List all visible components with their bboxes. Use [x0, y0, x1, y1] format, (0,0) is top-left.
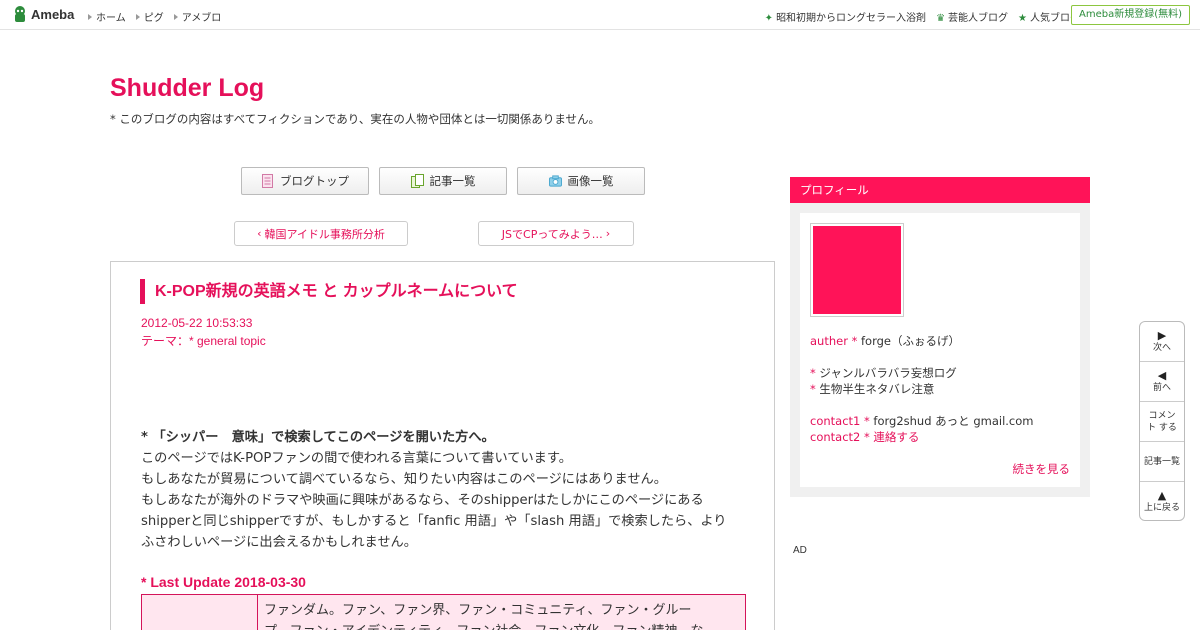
term-definition-cell: ファンダム。ファン、ファン界、ファン・コミュニティ、ファン・グルー プ、ファン・…: [258, 595, 745, 630]
promo-link-label: 昭和初期からロングセラー入浴剤: [776, 13, 927, 24]
term-cell: [142, 595, 258, 630]
last-update: * Last Update 2018-03-30: [141, 574, 306, 590]
profile-contact2: contact2 * 連絡する: [810, 429, 1033, 445]
article-list-button[interactable]: 記事一覧: [379, 167, 507, 195]
nav-pigg-label: ピグ: [143, 13, 164, 24]
profile-author: auther * forge（ふぉるげ）: [810, 333, 1033, 349]
triangle-right-icon: [88, 14, 92, 20]
profile-line: * ジャンルバラバラ妄想ログ: [810, 365, 1033, 381]
bullet-mark: *: [810, 382, 820, 396]
profile-author-key: auther *: [810, 334, 861, 348]
play-left-icon: ◀: [1157, 368, 1167, 382]
profile-author-value: forge（ふぉるげ）: [861, 334, 960, 348]
ameba-logo[interactable]: Ameba: [12, 5, 74, 23]
triangle-right-icon: [135, 14, 140, 20]
contact2-key: contact2 *: [810, 430, 874, 444]
celebrity-blog-label: 芸能人ブログ: [948, 13, 1009, 24]
profile-line-text: ジャンルバラバラ妄想ログ: [819, 366, 957, 380]
article-theme[interactable]: テーマ：* general topic: [141, 332, 266, 349]
image-list-button[interactable]: 画像一覧: [517, 167, 645, 195]
nav-home-label: ホーム: [96, 13, 126, 24]
article-line: このページではK-POPファンの間で使われる言葉について書いています。: [141, 451, 572, 466]
sparkle-icon: ✦: [764, 13, 774, 24]
profile-more-link[interactable]: 続きを見る: [1013, 461, 1071, 477]
celebrity-blog-link[interactable]: ♛ 芸能人ブログ: [936, 9, 1008, 24]
article-line: もしあなたが貿易について調べているなら、知りたい内容はこのページにはありません。: [141, 472, 667, 487]
article-entry: K-POP新規の英語メモ と カップルネームについて 2012-05-22 10…: [110, 261, 775, 630]
article-body: * 「シッパー 意味」で検索してこのページを開いた方へ。 このページではK-PO…: [141, 427, 751, 553]
logo-text: Ameba: [31, 6, 75, 22]
article-title[interactable]: K-POP新規の英語メモ と カップルネームについて: [140, 279, 518, 304]
chevron-right-icon: ›: [605, 227, 611, 240]
star-icon: ★: [1018, 13, 1027, 24]
prev-article-label: 韓国アイドル事務所分析: [264, 227, 385, 241]
profile-line: * 生物半生ネタバレ注意: [810, 381, 1033, 397]
arrow-up-icon: ▲: [1157, 489, 1167, 502]
article-lead: * 「シッパー 意味」で検索してこのページを開いた方へ。: [141, 430, 495, 445]
article-line: ふさわしいページに出会えるかもしれません。: [141, 535, 417, 550]
prev-article-link[interactable]: ‹ 韓国アイドル事務所分析: [234, 221, 408, 246]
triangle-right-icon: [173, 14, 178, 20]
profile-header: プロフィール: [790, 177, 1090, 203]
camera-icon: [548, 175, 562, 187]
contact-link[interactable]: 連絡する: [873, 430, 919, 444]
term-table: ファンダム。ファン、ファン界、ファン・コミュニティ、ファン・グルー プ、ファン・…: [141, 594, 746, 630]
ad-label: AD: [793, 545, 807, 556]
profile-line-text: 生物半生ネタバレ注意: [819, 382, 935, 396]
nav-ameblo[interactable]: アメブロ: [173, 9, 222, 24]
term-definition-line: ファンダム。ファン、ファン界、ファン・コミュニティ、ファン・グルー: [264, 603, 692, 618]
article-list-float-button[interactable]: 記事一覧: [1140, 442, 1184, 482]
comment-label: コメント する: [1147, 410, 1177, 433]
prev-label: 前へ: [1152, 382, 1171, 393]
next-article-label: JSでCPってみよう…: [501, 227, 603, 241]
blog-description: * このブログの内容はすべてフィクションであり、実在の人物や団体とは一切関係あり…: [110, 112, 600, 126]
nav-pigg[interactable]: ピグ: [135, 9, 164, 24]
article-line: shipperと同じshipperですが、もしかすると「fanfic 用語」や「…: [141, 514, 727, 529]
global-header: Ameba ホーム ピグ アメブロ ✦ 昭和初期からロングセラー入浴剤 ♛ 芸能人ブ…: [0, 0, 1200, 30]
register-button[interactable]: Ameba新規登録(無料): [1070, 5, 1190, 25]
next-article-link[interactable]: JSでCPってみよう… ›: [478, 221, 634, 246]
play-right-icon: ▶: [1157, 328, 1167, 342]
back-to-top-button[interactable]: ▲ 上に戻る: [1140, 482, 1184, 520]
blog-top-button[interactable]: ブログトップ: [241, 167, 369, 195]
article-list-label: 記事一覧: [429, 174, 476, 188]
floating-nav: ▶ 次へ ◀ 前へ コメント する 記事一覧 ▲ 上に戻る: [1139, 321, 1185, 521]
profile-text: auther * forge（ふぉるげ） * ジャンルバラバラ妄想ログ * 生物…: [810, 333, 1033, 445]
term-definition-line: プ、ファン・アイデンティティ、ファン社会、ファン文化、ファン精神、な: [264, 621, 739, 630]
crown-icon: ♛: [936, 13, 946, 24]
avatar-image: [813, 226, 901, 314]
promo-link[interactable]: ✦ 昭和初期からロングセラー入浴剤: [765, 9, 926, 24]
profile-widget: プロフィール auther * forge（ふぉるげ） * ジャンルバラバラ妄想…: [790, 177, 1090, 497]
comment-button[interactable]: コメント する: [1140, 402, 1184, 442]
nav-home[interactable]: ホーム: [88, 9, 126, 24]
next-button[interactable]: ▶ 次へ: [1140, 322, 1184, 362]
article-list-float-label: 記事一覧: [1143, 456, 1180, 467]
document-icon: [262, 174, 273, 188]
global-nav: ホーム ピグ アメブロ: [88, 9, 221, 24]
avatar[interactable]: [810, 223, 904, 317]
ameba-logo-icon: [15, 6, 25, 22]
image-list-label: 画像一覧: [567, 174, 614, 188]
contact1-value: forg2shud あっと gmail.com: [873, 414, 1034, 428]
contact1-key: contact1 *: [810, 414, 874, 428]
blog-top-label: ブログトップ: [280, 174, 349, 188]
nav-ameblo-label: アメブロ: [181, 13, 222, 24]
copy-icon: [410, 174, 424, 188]
profile-contact1: contact1 * forg2shud あっと gmail.com: [810, 413, 1033, 429]
article-date: 2012-05-22 10:53:33: [141, 316, 253, 330]
bullet-mark: *: [810, 366, 820, 380]
next-label: 次へ: [1152, 342, 1171, 353]
header-right-links: ✦ 昭和初期からロングセラー入浴剤 ♛ 芸能人ブログ ★ 人気ブログ: [765, 9, 1080, 24]
chevron-left-icon: ‹: [257, 227, 262, 240]
back-to-top-label: 上に戻る: [1143, 503, 1180, 513]
profile-body: auther * forge（ふぉるげ） * ジャンルバラバラ妄想ログ * 生物…: [800, 213, 1080, 487]
article-line: もしあなたが海外のドラマや映画に興味があるなら、そのshipperはたしかにこの…: [141, 493, 704, 508]
prev-button[interactable]: ◀ 前へ: [1140, 362, 1184, 402]
blog-title[interactable]: Shudder Log: [110, 74, 264, 103]
